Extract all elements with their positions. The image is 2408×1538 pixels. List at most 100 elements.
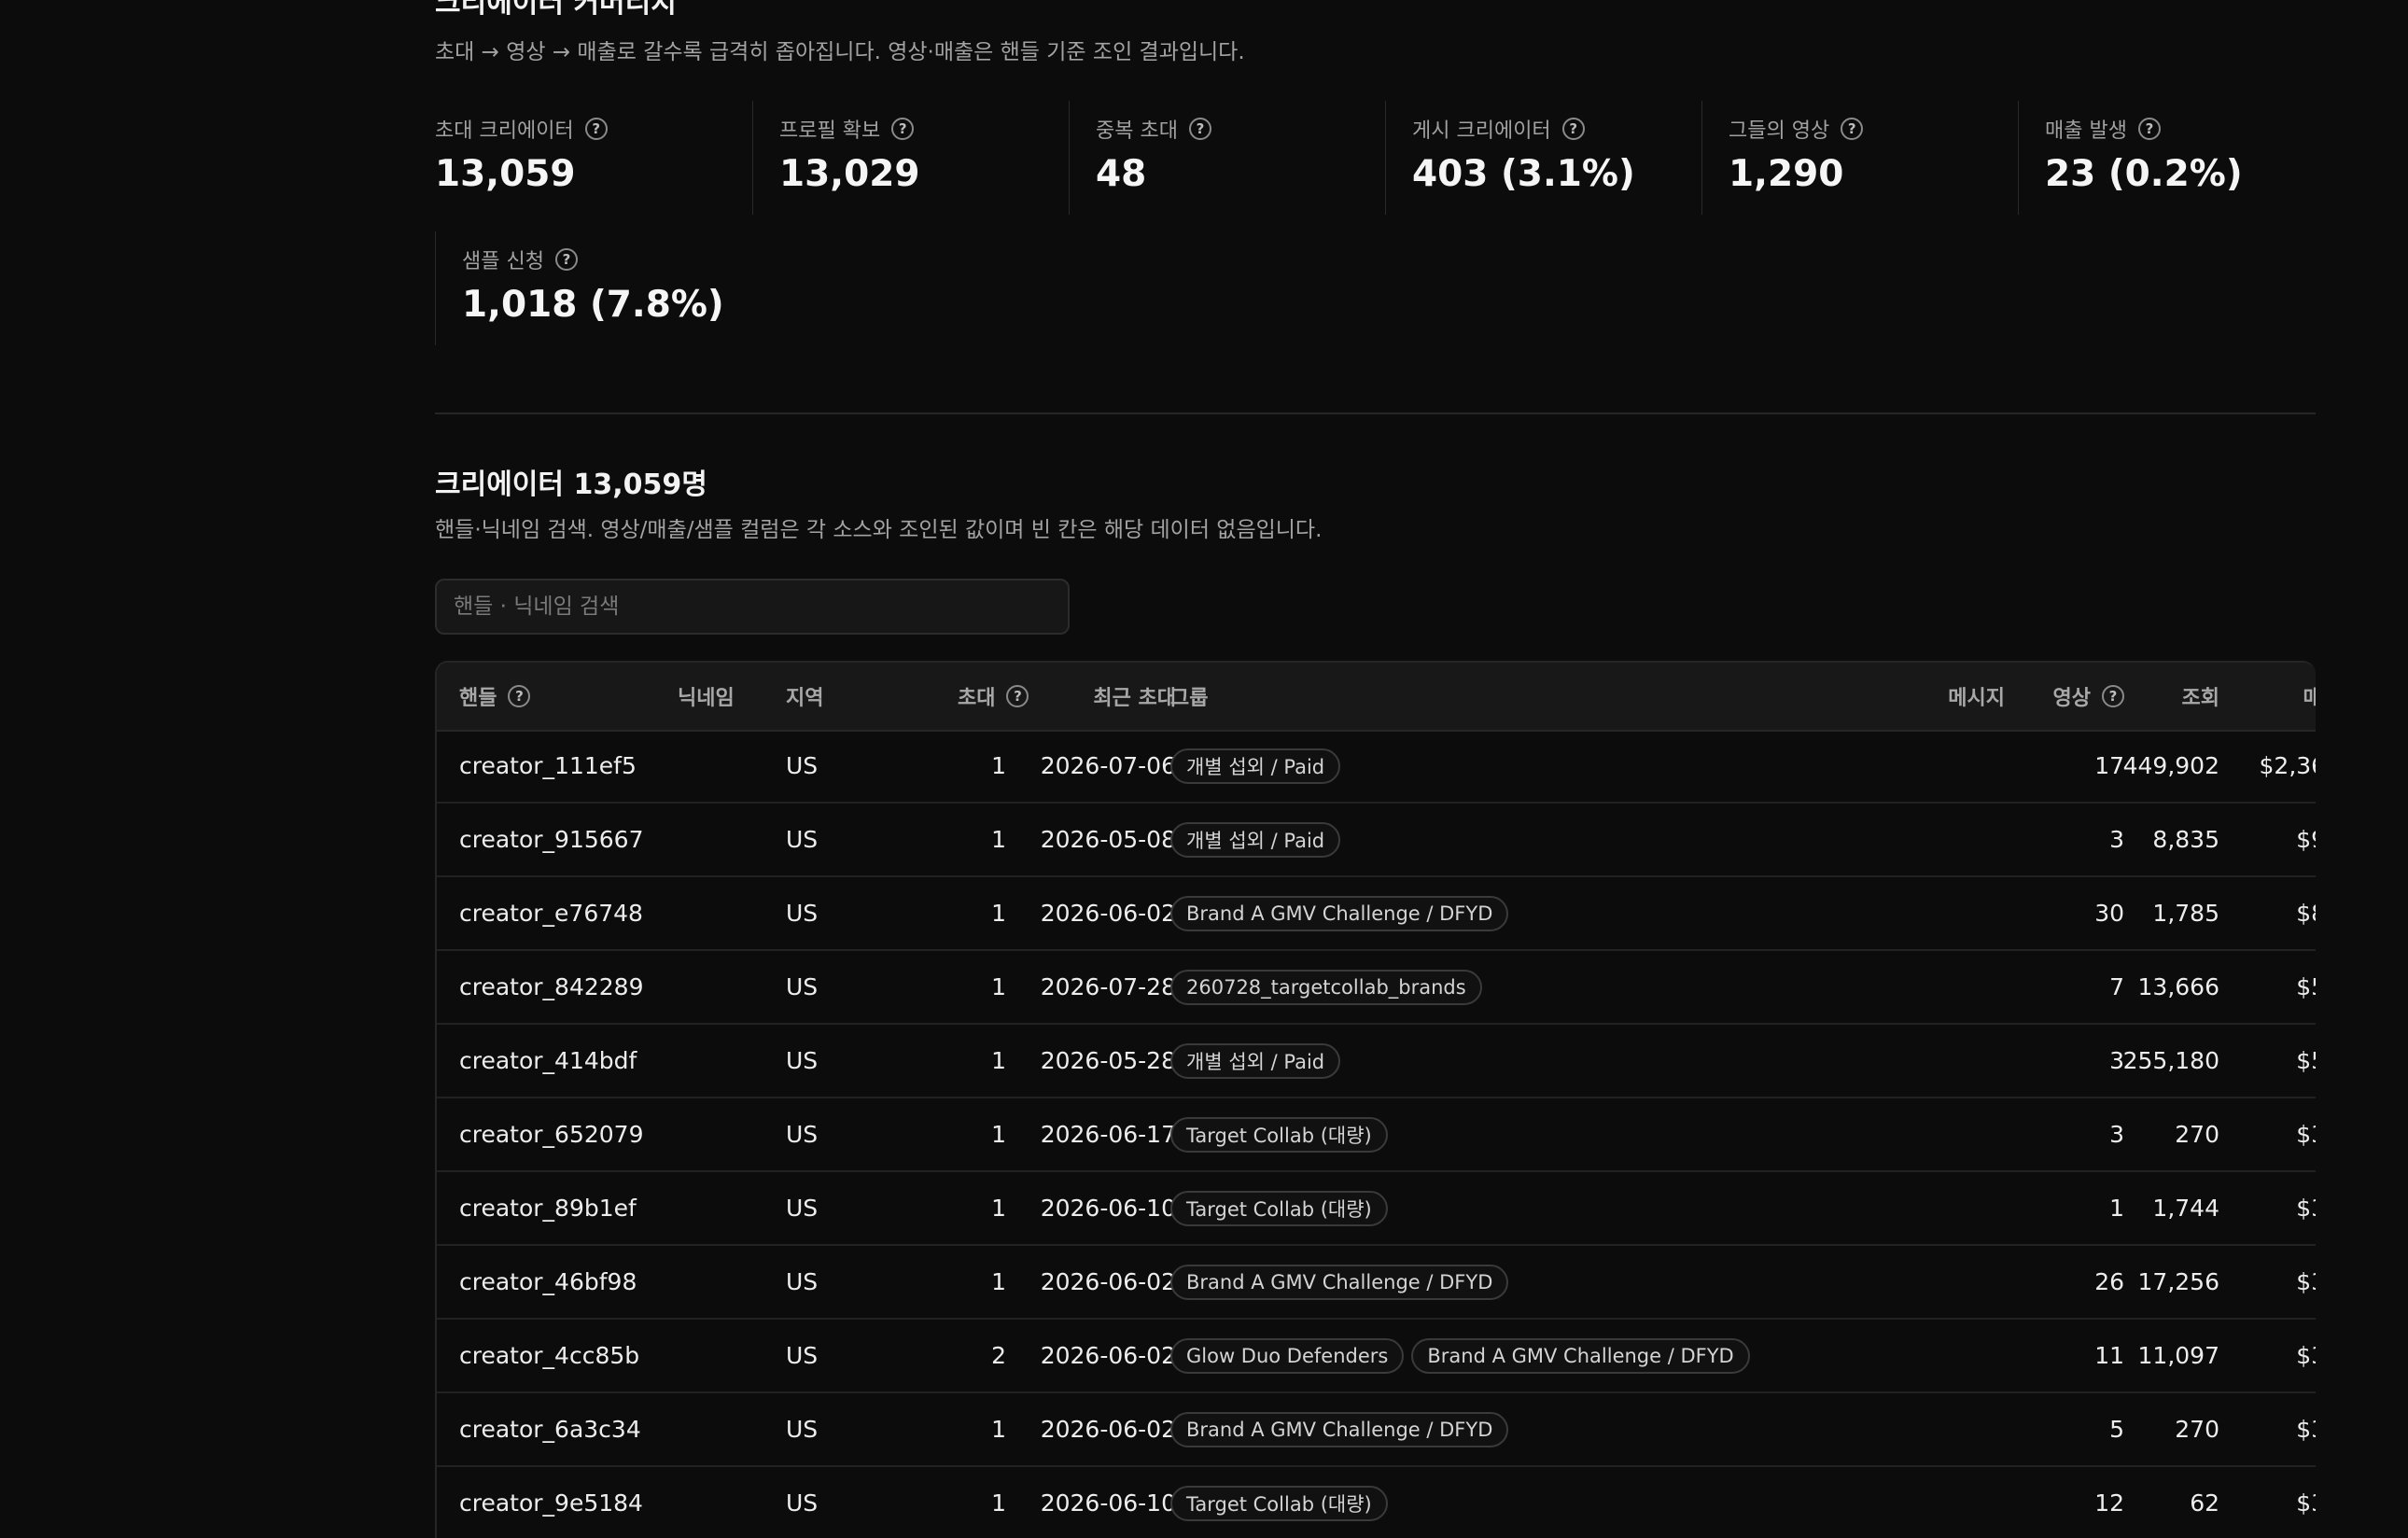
cell-handle: creator_89b1ef — [459, 1195, 637, 1222]
table-row[interactable]: creator_6a3c34US12026-06-025270$30Brand … — [437, 1393, 2316, 1467]
help-icon[interactable]: ? — [584, 118, 608, 140]
cell-revenue: $30 — [2296, 1489, 2316, 1517]
creators-table: 핸들? 닉네임 지역 초대? 최근 초대 그룹 메시지 영상? 조회 매출 cr… — [435, 661, 2316, 1538]
cell-last-invite: 2026-07-28 — [1040, 973, 1176, 1000]
group-tag[interactable]: 개별 섭외 / Paid — [1170, 821, 1341, 858]
table-row[interactable]: creator_4cc85bUS22026-06-021111,097$30Gl… — [437, 1320, 2316, 1393]
cell-last-invite: 2026-05-28 — [1040, 1047, 1176, 1074]
column-header-invites[interactable]: 초대? — [958, 663, 1029, 730]
stat-duplicate-invites: 중복 초대? 48 — [1069, 101, 1386, 215]
stat-value: 13,029 — [779, 153, 920, 195]
table-row[interactable]: creator_842289US12026-07-28713,666$55260… — [437, 951, 2316, 1025]
table-row[interactable]: creator_89b1efUS12026-06-1011,744$30Targ… — [437, 1172, 2316, 1246]
stat-value: 1,018 (7.8%) — [462, 284, 724, 326]
cell-last-invite: 2026-06-10 — [1040, 1195, 1176, 1222]
cell-groups: 260728_targetcollab_brands — [1170, 951, 1482, 1023]
column-header-revenue[interactable]: 매출 — [2191, 663, 2316, 730]
cell-region: US — [786, 973, 819, 1000]
group-tag[interactable]: Brand A GMV Challenge / DFYD — [1411, 1337, 1750, 1374]
cell-revenue: $82 — [2296, 900, 2316, 927]
cell-handle: creator_915667 — [459, 826, 644, 853]
group-tag[interactable]: Brand A GMV Challenge / DFYD — [1170, 1264, 1509, 1300]
group-tag[interactable]: Target Collab (대량) — [1170, 1116, 1388, 1153]
cell-last-invite: 2026-07-06 — [1040, 752, 1176, 779]
stat-invited-creators: 초대 크리에이터? 13,059 — [435, 101, 752, 215]
cell-region: US — [786, 826, 819, 853]
stat-revenue-generated: 매출 발생? 23 (0.2%) — [2018, 101, 2317, 215]
cell-revenue: $55 — [2296, 973, 2316, 1000]
stat-value: 1,290 — [1729, 153, 1844, 195]
cell-groups: Glow Duo Defenders Brand A GMV Challenge … — [1170, 1320, 1750, 1391]
cell-revenue: $50 — [2296, 1047, 2316, 1074]
stat-label: 매출 발생? — [2045, 114, 2161, 144]
column-header-group[interactable]: 그룹 — [1170, 663, 1208, 730]
table-row[interactable]: creator_46bf98US12026-06-022617,256$30Br… — [437, 1246, 2316, 1320]
stat-their-videos: 그들의 영상? 1,290 — [1701, 101, 2019, 215]
cell-groups: Brand A GMV Challenge / DFYD — [1170, 1393, 1509, 1465]
cell-invites: 1 — [991, 1268, 1006, 1295]
stat-label: 샘플 신청? — [462, 245, 578, 274]
stat-value: 48 — [1096, 153, 1147, 195]
cell-region: US — [786, 900, 819, 927]
help-icon[interactable]: ? — [1841, 118, 1864, 140]
group-tag[interactable]: 개별 섭외 / Paid — [1170, 1042, 1341, 1079]
help-icon[interactable]: ? — [2137, 118, 2161, 140]
cell-region: US — [786, 1342, 819, 1369]
table-row[interactable]: creator_e76748US12026-06-02301,785$82Bra… — [437, 877, 2316, 951]
cell-groups: Target Collab (대량) — [1170, 1098, 1388, 1170]
table-row[interactable]: creator_414bdfUS12026-05-283255,180$50개별… — [437, 1025, 2316, 1098]
help-icon[interactable]: ? — [891, 118, 915, 140]
cell-region: US — [786, 1268, 819, 1295]
stat-value: 13,059 — [435, 153, 576, 195]
stat-posting-creators: 게시 크리에이터? 403 (3.1%) — [1385, 101, 1702, 215]
cell-groups: Brand A GMV Challenge / DFYD — [1170, 1246, 1509, 1318]
cell-invites: 1 — [991, 973, 1006, 1000]
cell-invites: 1 — [991, 900, 1006, 927]
stat-label: 그들의 영상? — [1729, 114, 1864, 144]
cell-groups: 개별 섭외 / Paid — [1170, 804, 1341, 875]
help-icon[interactable]: ? — [1188, 118, 1211, 140]
funnel-title: 크리에이터 커머티지 — [435, 0, 677, 20]
stat-label: 게시 크리에이터? — [1412, 114, 1585, 144]
group-tag[interactable]: 개별 섭외 / Paid — [1170, 748, 1341, 784]
group-tag[interactable]: Brand A GMV Challenge / DFYD — [1170, 895, 1509, 931]
cell-handle: creator_414bdf — [459, 1047, 637, 1074]
cell-invites: 2 — [991, 1342, 1006, 1369]
help-icon[interactable]: ? — [1006, 685, 1029, 707]
cell-last-invite: 2026-05-08 — [1040, 826, 1176, 853]
stat-label: 초대 크리에이터? — [435, 114, 608, 144]
stat-label: 프로필 확보? — [779, 114, 915, 144]
cell-last-invite: 2026-06-02 — [1040, 1268, 1176, 1295]
group-tag[interactable]: Target Collab (대량) — [1170, 1485, 1388, 1521]
group-tag[interactable]: Glow Duo Defenders — [1170, 1337, 1405, 1374]
help-icon[interactable]: ? — [508, 685, 531, 707]
help-icon[interactable]: ? — [554, 248, 578, 271]
cell-handle: creator_652079 — [459, 1121, 644, 1148]
cell-handle: creator_842289 — [459, 973, 644, 1000]
cell-region: US — [786, 1047, 819, 1074]
column-header-nickname[interactable]: 닉네임 — [678, 663, 735, 730]
table-row[interactable]: creator_9e5184US12026-06-101262$30Target… — [437, 1467, 2316, 1538]
cell-region: US — [786, 1195, 819, 1222]
table-row[interactable]: creator_652079US12026-06-173270$32Target… — [437, 1098, 2316, 1172]
cell-handle: creator_9e5184 — [459, 1489, 643, 1517]
cell-region: US — [786, 1416, 819, 1443]
cell-handle: creator_6a3c34 — [459, 1416, 641, 1443]
group-tag[interactable]: 260728_targetcollab_brands — [1170, 969, 1482, 1005]
stat-sample-requests: 샘플 신청? 1,018 (7.8%) — [435, 231, 753, 345]
cell-revenue: $30 — [2296, 1268, 2316, 1295]
group-tag[interactable]: Target Collab (대량) — [1170, 1190, 1388, 1226]
cell-handle: creator_111ef5 — [459, 752, 637, 779]
search-input[interactable] — [435, 579, 1070, 635]
creators-title: 크리에이터 13,059명 — [435, 468, 707, 501]
cell-revenue: $32 — [2296, 1121, 2316, 1148]
cell-last-invite: 2026-06-02 — [1040, 1342, 1176, 1369]
column-header-last-invite[interactable]: 최근 초대 — [1034, 663, 1176, 730]
table-row[interactable]: creator_915667US12026-05-0838,835$98개별 섭… — [437, 804, 2316, 877]
cell-revenue: $98 — [2296, 826, 2316, 853]
group-tag[interactable]: Brand A GMV Challenge / DFYD — [1170, 1411, 1509, 1447]
column-header-handle[interactable]: 핸들? — [459, 663, 531, 730]
help-icon[interactable]: ? — [1561, 118, 1585, 140]
column-header-region[interactable]: 지역 — [786, 663, 823, 730]
table-row[interactable]: creator_111ef5 US 1 2026-07-06 17 449,902 $2,3… — [437, 730, 2316, 804]
